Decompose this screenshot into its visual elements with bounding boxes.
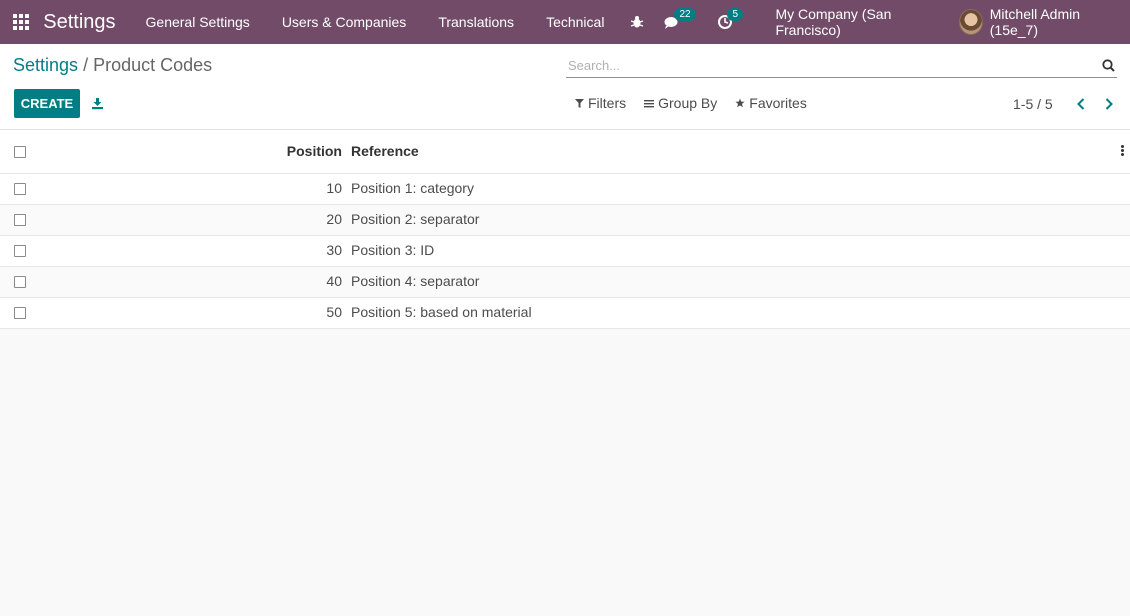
cell-reference: Position 1: category <box>351 180 474 196</box>
breadcrumb-settings-link[interactable]: Settings <box>13 55 78 75</box>
menu-general-settings[interactable]: General Settings <box>130 14 266 30</box>
cell-position: 50 <box>326 304 342 320</box>
table-row[interactable]: 50 Position 5: based on material <box>0 298 1130 329</box>
favorites-button[interactable]: Favorites <box>735 95 807 111</box>
cell-reference: Position 2: separator <box>351 211 480 227</box>
filters-button[interactable]: Filters <box>575 95 626 111</box>
avatar <box>959 9 983 35</box>
main-navbar: Settings General Settings Users & Compan… <box>0 0 1130 44</box>
activities-count-badge: 5 <box>727 8 743 21</box>
breadcrumb: Settings / Product Codes <box>13 55 212 76</box>
favorites-label: Favorites <box>749 95 807 111</box>
row-checkbox[interactable] <box>14 245 26 257</box>
list-view: Position Reference 10 Position 1: catego… <box>0 130 1130 329</box>
star-icon <box>735 98 745 108</box>
row-checkbox[interactable] <box>14 307 26 319</box>
pager-next-icon[interactable] <box>1099 95 1119 113</box>
search-icon[interactable] <box>1099 57 1117 75</box>
table-row[interactable]: 30 Position 3: ID <box>0 236 1130 267</box>
search-options: Filters Group By Favorites <box>575 95 825 111</box>
control-panel: Settings / Product Codes CREATE Filters <box>0 44 1130 130</box>
cell-reference: Position 5: based on material <box>351 304 532 320</box>
row-checkbox[interactable] <box>14 214 26 226</box>
pager: 1-5 / 5 <box>1013 95 1127 113</box>
cell-reference: Position 4: separator <box>351 273 480 289</box>
messages-count-badge: 22 <box>674 8 696 21</box>
column-header-reference[interactable]: Reference <box>351 143 419 159</box>
group-by-label: Group By <box>658 95 718 111</box>
group-by-button[interactable]: Group By <box>644 95 717 111</box>
page-title: Product Codes <box>93 55 213 75</box>
cell-position: 20 <box>326 211 342 227</box>
search-bar <box>566 54 1117 78</box>
company-switcher[interactable]: My Company (San Francisco) <box>759 6 959 38</box>
menu-technical[interactable]: Technical <box>530 14 620 30</box>
cell-position: 30 <box>326 242 342 258</box>
filter-icon <box>575 98 584 108</box>
systray: 22 5 My Company (San Francisco) Mitchell… <box>620 0 1130 44</box>
table-row[interactable]: 10 Position 1: category <box>0 174 1130 205</box>
download-icon[interactable] <box>88 94 106 112</box>
table-row[interactable]: 20 Position 2: separator <box>0 205 1130 236</box>
column-header-position[interactable]: Position <box>287 143 342 159</box>
activities-clock-icon[interactable]: 5 <box>707 0 759 44</box>
menu-translations[interactable]: Translations <box>422 14 530 30</box>
menu-users-companies[interactable]: Users & Companies <box>266 14 423 30</box>
create-button[interactable]: CREATE <box>14 89 80 118</box>
debug-bug-icon[interactable] <box>620 0 654 44</box>
cell-reference: Position 3: ID <box>351 242 435 258</box>
optional-columns-icon[interactable] <box>1120 145 1124 157</box>
filters-label: Filters <box>588 95 627 111</box>
bars-icon <box>644 99 655 108</box>
user-menu[interactable]: Mitchell Admin (15e_7) <box>959 6 1130 38</box>
app-title[interactable]: Settings <box>43 11 115 34</box>
table-row[interactable]: 40 Position 4: separator <box>0 267 1130 298</box>
user-name: Mitchell Admin (15e_7) <box>989 6 1081 38</box>
table-header: Position Reference <box>0 130 1130 174</box>
pager-previous-icon[interactable] <box>1071 95 1091 113</box>
messages-icon[interactable]: 22 <box>654 0 707 44</box>
apps-menu-icon[interactable] <box>0 0 41 44</box>
cell-position: 40 <box>326 273 342 289</box>
row-checkbox[interactable] <box>14 276 26 288</box>
row-checkbox[interactable] <box>14 183 26 195</box>
search-input[interactable] <box>566 58 1099 73</box>
pager-value[interactable]: 1-5 / 5 <box>1013 96 1053 112</box>
select-all-checkbox[interactable] <box>14 146 26 158</box>
breadcrumb-separator: / <box>83 55 89 75</box>
cell-position: 10 <box>326 180 342 196</box>
